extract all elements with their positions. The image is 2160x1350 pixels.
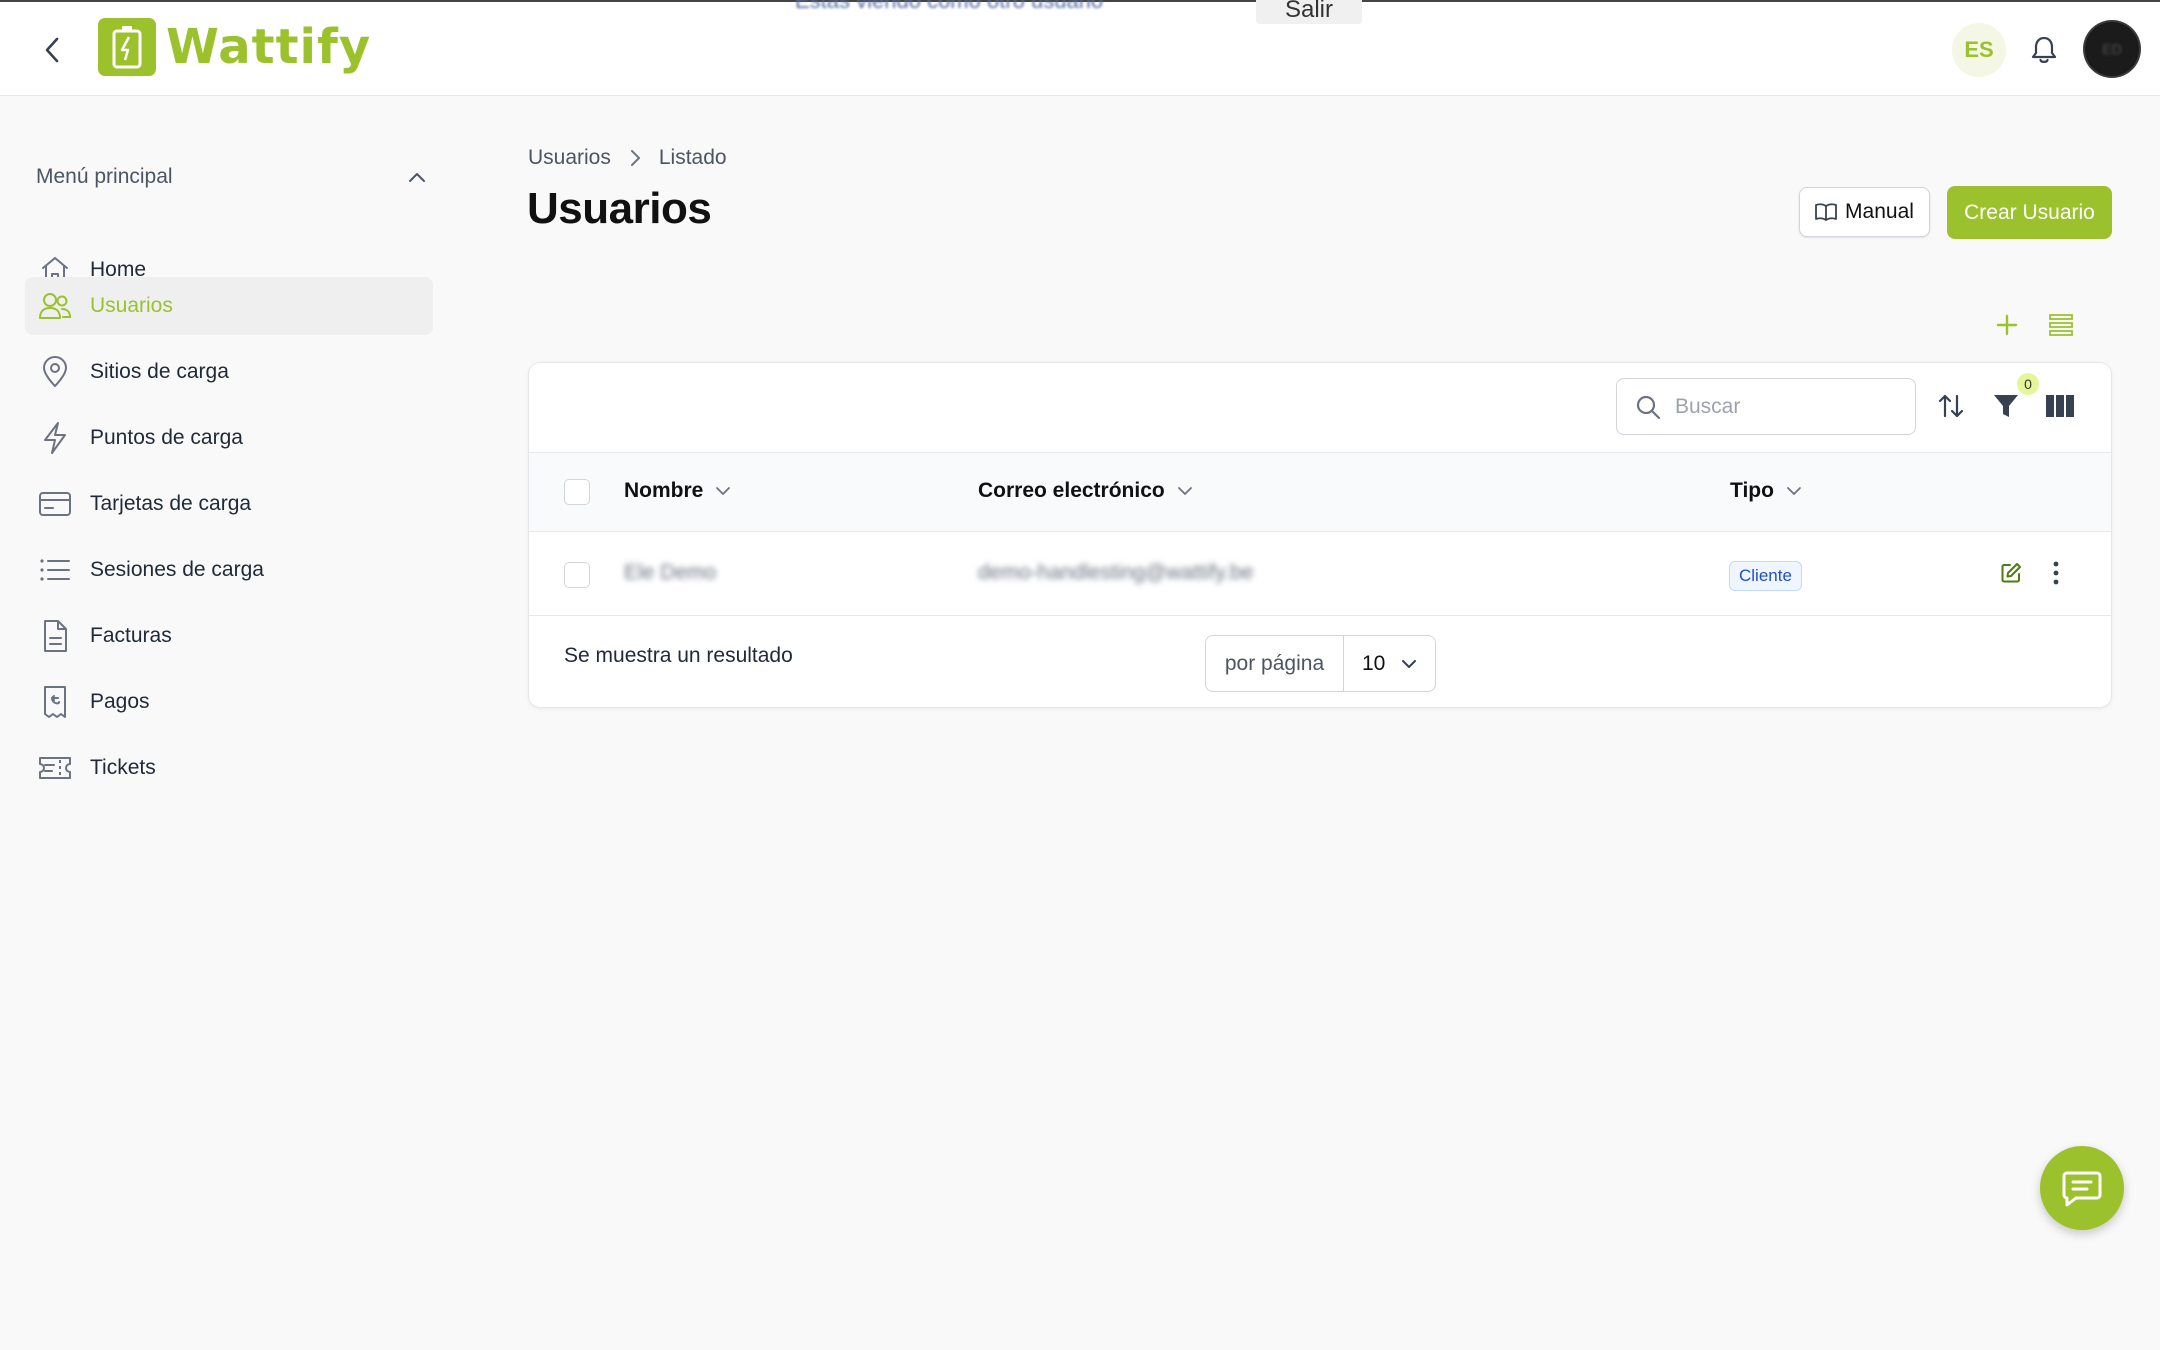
breadcrumb-current: Listado <box>658 146 727 169</box>
column-type-label: Tipo <box>1730 479 1774 502</box>
column-header-type[interactable]: Tipo <box>1730 479 1802 503</box>
table-row[interactable]: Ele Demo demo-handlesting@wattify.be Cli… <box>529 532 2111 616</box>
ticket-icon <box>37 750 73 786</box>
search-input[interactable] <box>1673 393 1897 420</box>
column-header-name[interactable]: Nombre <box>624 479 731 503</box>
notifications-bell-icon[interactable] <box>2025 31 2063 69</box>
filter-funnel-icon[interactable] <box>1988 388 2024 424</box>
receipt-icon <box>37 684 73 720</box>
card-icon <box>37 486 73 522</box>
type-badge: Cliente <box>1729 561 1802 591</box>
table-header: Nombre Correo electrónico Tipo <box>529 452 2111 532</box>
user-avatar[interactable]: ED <box>2085 22 2139 76</box>
map-pin-icon <box>37 354 73 390</box>
row-email: demo-handlesting@wattify.be <box>978 561 1254 584</box>
result-count-text: Se muestra un resultado <box>564 644 793 667</box>
select-all-checkbox[interactable] <box>564 479 590 505</box>
sidebar-item-label: Sitios de carga <box>90 360 229 383</box>
sidebar-item-charge-cards[interactable]: Tarjetas de carga <box>25 475 433 533</box>
sidebar-item-label: Usuarios <box>90 294 173 317</box>
main-menu-header[interactable]: Menú principal <box>36 162 426 192</box>
sidebar-item-tickets[interactable]: Tickets <box>25 739 433 797</box>
column-email-label: Correo electrónico <box>978 479 1165 502</box>
users-icon <box>37 288 73 324</box>
breadcrumb: Usuarios Listado <box>528 146 727 170</box>
per-page-value: 10 <box>1362 651 1386 675</box>
chevron-right-icon <box>629 149 641 167</box>
logo-text: Wattify <box>166 19 372 75</box>
lightning-icon <box>37 420 73 456</box>
search-icon <box>1636 395 1661 419</box>
sidebar-item-payments[interactable]: Pagos <box>25 673 433 731</box>
sidebar-item-label: Pagos <box>90 690 150 713</box>
chevron-down-icon <box>716 487 731 495</box>
create-user-button[interactable]: Crear Usuario <box>1947 186 2112 239</box>
breadcrumb-users-link[interactable]: Usuarios <box>528 146 611 170</box>
columns-icon[interactable] <box>2042 388 2078 424</box>
chevron-down-icon <box>1402 659 1416 668</box>
row-name: Ele Demo <box>624 561 717 584</box>
density-list-icon[interactable] <box>2044 308 2078 342</box>
edit-icon[interactable] <box>1996 558 2026 588</box>
per-page-select[interactable]: 10 <box>1344 636 1435 691</box>
chevron-down-icon <box>1787 487 1801 495</box>
sidebar-item-label: Tarjetas de carga <box>90 492 252 515</box>
sidebar-item-users[interactable]: Usuarios <box>25 277 433 335</box>
battery-logo-icon <box>98 18 156 76</box>
sidebar-item-charging-sites[interactable]: Sitios de carga <box>25 343 433 401</box>
language-selector[interactable]: ES <box>1952 23 2006 77</box>
add-plus-icon[interactable] <box>1990 308 2024 342</box>
chevron-down-icon <box>1177 487 1192 495</box>
column-name-label: Nombre <box>624 479 704 502</box>
per-page-label: por página <box>1206 636 1344 691</box>
list-icon <box>37 552 73 588</box>
top-header: Wattify Estás viendo como otro usuario S… <box>0 0 2160 96</box>
sidebar-item-label: Puntos de carga <box>90 426 243 449</box>
back-arrow-icon[interactable] <box>36 32 68 68</box>
sidebar: Menú principal Home Usuarios Sitios de c… <box>0 96 460 1350</box>
sidebar-item-charge-sessions[interactable]: Sesiones de carga <box>25 541 433 599</box>
column-header-email[interactable]: Correo electrónico <box>978 479 1193 503</box>
impersonation-notice: Estás viendo como otro usuario <box>795 0 1104 13</box>
row-checkbox[interactable] <box>564 562 590 588</box>
manual-button[interactable]: Manual <box>1799 187 1930 237</box>
chat-bubble-icon[interactable] <box>2040 1146 2124 1230</box>
manual-label: Manual <box>1845 200 1914 223</box>
sidebar-item-charge-points[interactable]: Puntos de carga <box>25 409 433 467</box>
exit-impersonation-button[interactable]: Salir <box>1256 0 1362 24</box>
sort-arrows-icon[interactable] <box>1933 388 1969 424</box>
main-menu-title: Menú principal <box>36 165 173 188</box>
filter-count-badge: 0 <box>2017 373 2039 395</box>
page-title: Usuarios <box>527 184 712 233</box>
sidebar-item-invoices[interactable]: Facturas <box>25 607 433 665</box>
book-icon <box>1815 203 1837 221</box>
sidebar-item-label: Tickets <box>90 756 156 779</box>
sidebar-item-label: Facturas <box>90 624 172 647</box>
search-box[interactable] <box>1616 378 1916 435</box>
users-table-card: 0 Nombre Correo electrónico Tipo Ele Dem… <box>528 362 2112 708</box>
sidebar-item-label: Sesiones de carga <box>90 558 264 581</box>
per-page-selector[interactable]: por página 10 <box>1205 635 1436 692</box>
chevron-up-icon <box>409 173 425 182</box>
avatar-initials: ED <box>2102 41 2122 57</box>
document-icon <box>37 618 73 654</box>
wattify-logo[interactable]: Wattify <box>98 17 371 77</box>
more-vertical-icon[interactable] <box>2041 558 2071 588</box>
